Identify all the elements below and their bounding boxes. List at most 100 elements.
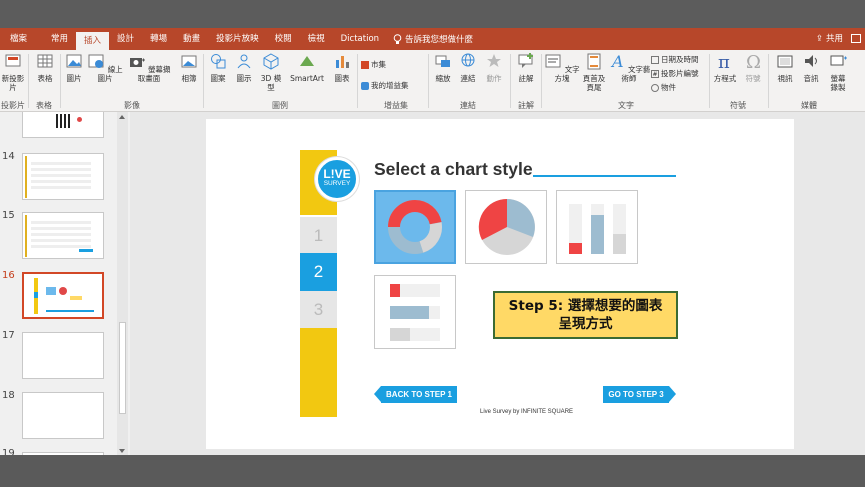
scroll-down-icon[interactable] [119, 449, 125, 453]
date-time-button[interactable]: 日期及時間 [651, 54, 699, 65]
chart-option-column[interactable] [556, 190, 638, 264]
chart-option-donut[interactable] [374, 190, 456, 264]
tab-transitions[interactable]: 轉場 [142, 28, 175, 50]
object-label: 物件 [661, 83, 676, 92]
group-label-illustrations: 圖例 [272, 101, 288, 110]
tab-review[interactable]: 校閱 [267, 28, 300, 50]
svg-text:Ω: Ω [746, 52, 761, 70]
group-separator [709, 54, 710, 108]
slide-number-14: 14 [2, 151, 15, 162]
3d-model-button[interactable]: 3D 模 型 [258, 52, 284, 92]
shapes-button[interactable]: 圖案 [206, 52, 230, 83]
tab-home[interactable]: 常用 [43, 28, 76, 50]
group-separator [357, 54, 358, 108]
zoom-button[interactable]: 縮放 [432, 52, 454, 83]
thumbnail-donut [46, 287, 56, 295]
icons-button[interactable]: 圖示 [232, 52, 256, 83]
tab-view[interactable]: 檢視 [300, 28, 333, 50]
chart-option-bar[interactable] [374, 275, 456, 349]
album-icon [181, 55, 197, 68]
live-survey-logo: L!VE SURVEY [315, 157, 359, 201]
group-separator [28, 54, 29, 108]
album-button[interactable]: 相簿 [178, 52, 200, 83]
thumbnail-content [31, 221, 91, 251]
equation-button[interactable]: π 方程式 [712, 52, 738, 83]
textbox-button[interactable]: 文字方塊 [544, 52, 580, 83]
slide-number-button[interactable]: # 投影片編號 [651, 68, 699, 79]
comments-icon[interactable] [851, 34, 861, 43]
screenshot-button[interactable]: 螢幕擷取畫面 [124, 52, 174, 83]
store-button[interactable]: 市集 [361, 59, 386, 70]
tab-design[interactable]: 設計 [109, 28, 142, 50]
tab-dictation[interactable]: Dictation [333, 28, 387, 50]
tab-file[interactable]: 檔案 [2, 28, 35, 50]
chart-option-pie[interactable] [465, 190, 547, 264]
slide-thumbnail-current[interactable] [22, 272, 104, 319]
object-button[interactable]: 物件 [651, 82, 676, 93]
share-button[interactable]: ⇪ 共用 [816, 28, 843, 50]
globe-link-icon [461, 53, 475, 67]
group-label-media: 媒體 [801, 101, 817, 110]
lightbulb-icon [393, 33, 402, 44]
action-button[interactable]: 動作 [482, 52, 506, 83]
thumbnail-yellow-bar [25, 215, 27, 257]
slide-thumbnail[interactable] [22, 212, 104, 259]
video-label: 視訊 [777, 74, 793, 83]
link-button[interactable]: 連結 [457, 52, 479, 83]
powerpoint-window: 檔案 常用 插入 設計 轉場 動畫 投影片放映 校閱 檢視 Dictation … [0, 0, 865, 487]
step-3-number: 3 [313, 300, 324, 319]
header-footer-button[interactable]: 頁首及 頁尾 [580, 52, 608, 92]
tell-me-text: 告訴我您想做什麼 [405, 35, 474, 45]
scroll-up-icon[interactable] [119, 115, 125, 119]
group-label-links: 連結 [460, 101, 476, 110]
video-icon [777, 55, 793, 68]
chart-label: 圖表 [334, 74, 350, 83]
step-callout: Step 5: 選擇想要的圖表 呈現方式 [493, 291, 678, 339]
scrollbar-thumb[interactable] [119, 322, 126, 414]
online-picture-icon [88, 54, 104, 68]
wordart-label: 文字藝術師 [621, 65, 651, 83]
audio-button[interactable]: 音訊 [798, 52, 824, 83]
tell-me-box[interactable]: 告訴我您想做什麼 [393, 33, 473, 45]
tab-insert[interactable]: 插入 [76, 32, 110, 50]
thumbnail-callout [70, 296, 82, 300]
equation-label: 方程式 [713, 74, 737, 83]
object-icon [651, 83, 659, 92]
back-to-step-1-button[interactable]: BACK TO STEP 1 [374, 386, 457, 403]
header-footer-icon [587, 53, 601, 70]
table-button[interactable]: 表格 [32, 52, 58, 83]
new-slide-icon [5, 54, 21, 67]
slide-thumbnail[interactable] [22, 112, 104, 138]
smartart-button[interactable]: SmartArt [285, 52, 329, 83]
slide-title: Select a chart style [374, 159, 533, 179]
zoom-label: 縮放 [435, 74, 451, 83]
new-slide-button[interactable]: 新投影 片 [0, 52, 26, 92]
tab-animations[interactable]: 動畫 [175, 28, 208, 50]
new-slide-label: 新投影 片 [1, 74, 25, 92]
my-addins-button[interactable]: 我的增益集 [361, 80, 409, 91]
screen-recording-button[interactable]: 螢幕 錄製 [824, 52, 852, 92]
smartart-icon [300, 56, 314, 66]
thumbnail-blue-step [34, 292, 38, 298]
svg-text:π: π [718, 52, 730, 70]
star-icon [487, 54, 501, 67]
step-rail-bottom [300, 328, 337, 417]
wordart-button[interactable]: A 文字藝術師 [607, 52, 651, 83]
online-picture-button[interactable]: 線上圖片 [86, 52, 124, 83]
slide-thumbnail[interactable] [22, 153, 104, 200]
slide-thumbnail[interactable] [22, 392, 104, 439]
comment-button[interactable]: 註解 [514, 52, 538, 83]
slide-thumbnail[interactable] [22, 332, 104, 379]
symbol-button[interactable]: Ω 符號 [740, 52, 766, 83]
picture-button[interactable]: 圖片 [63, 52, 85, 83]
donut-chart-icon [388, 200, 442, 254]
video-button[interactable]: 視訊 [772, 52, 798, 83]
omega-icon: Ω [746, 52, 761, 73]
chart-button[interactable]: 圖表 [330, 52, 354, 83]
tab-slideshow[interactable]: 投影片放映 [208, 28, 267, 50]
chart-icon [336, 56, 349, 68]
pi-icon: π [718, 52, 730, 73]
go-to-step-3-button[interactable]: GO TO STEP 3 [603, 386, 676, 403]
my-addins-label: 我的增益集 [371, 81, 409, 90]
camera-icon [129, 58, 145, 67]
